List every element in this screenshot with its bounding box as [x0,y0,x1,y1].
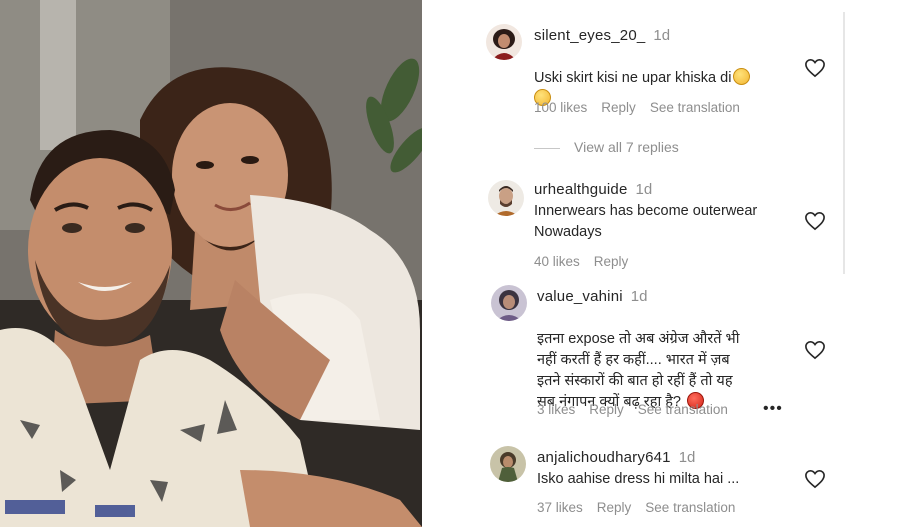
username[interactable]: urhealthguide [534,181,628,198]
likes-count[interactable]: 37 likes [537,500,583,515]
likes-count[interactable]: 3 likes [537,402,575,417]
grinning-squinting-face-emoji [733,68,751,85]
comment-header: value_vahini 1d [537,288,647,306]
selfie-illustration [0,0,422,527]
likes-count[interactable]: 40 likes [534,254,580,269]
more-options-icon[interactable]: ••• [763,400,783,418]
avatar[interactable] [490,446,526,482]
username[interactable]: silent_eyes_20_ [534,27,645,44]
like-heart-icon[interactable] [804,58,826,78]
comment-header: silent_eyes_20_ 1d [534,27,670,45]
see-translation-button[interactable]: See translation [645,500,735,515]
comment-header: urhealthguide 1d [534,181,652,199]
reply-button[interactable]: Reply [594,254,629,269]
avatar-image [486,24,522,60]
comment-text: इतना expose तो अब अंग्रेज औरतें भी नहीं … [537,308,807,413]
avatar-image [488,180,524,216]
like-heart-icon[interactable] [804,469,826,489]
likes-count[interactable]: 100 likes [534,100,587,115]
avatar[interactable] [488,180,524,216]
comment-text-content: इतना expose तो अब अंग्रेज औरतें भी नहीं … [537,331,740,410]
timestamp[interactable]: 1d [636,181,653,198]
comment-actions: 100 likes Reply See translation [534,100,754,115]
avatar-image [490,446,526,482]
username[interactable]: value_vahini [537,288,623,305]
reply-button[interactable]: Reply [597,500,632,515]
comment-header: anjalichoudhary641 1d [537,449,695,467]
timestamp[interactable]: 1d [679,449,696,466]
comment-actions: 3 likes Reply See translation [537,402,742,417]
reply-button[interactable]: Reply [601,100,636,115]
comment-actions: 40 likes Reply [534,254,642,269]
comment-text: Isko aahise dress hi milta hai ... [537,471,740,487]
timestamp[interactable]: 1d [653,27,670,44]
see-translation-button[interactable]: See translation [638,402,728,417]
view-replies-button[interactable]: View all 7 replies [534,139,679,155]
comment-text-content: Uski skirt kisi ne upar khiska di [534,70,732,86]
reply-button[interactable]: Reply [589,402,624,417]
timestamp[interactable]: 1d [631,288,648,305]
avatar-image [491,285,527,321]
username[interactable]: anjalichoudhary641 [537,449,671,466]
like-heart-icon[interactable] [804,211,826,231]
avatar[interactable] [486,24,522,60]
avatar[interactable] [491,285,527,321]
post-photo [0,0,422,527]
comment-text: Innerwears has become outerwear Nowadays [534,203,758,240]
comments-scrollbar[interactable] [843,12,845,274]
see-translation-button[interactable]: See translation [650,100,740,115]
like-heart-icon[interactable] [804,340,826,360]
comment-actions: 37 likes Reply See translation [537,500,749,515]
